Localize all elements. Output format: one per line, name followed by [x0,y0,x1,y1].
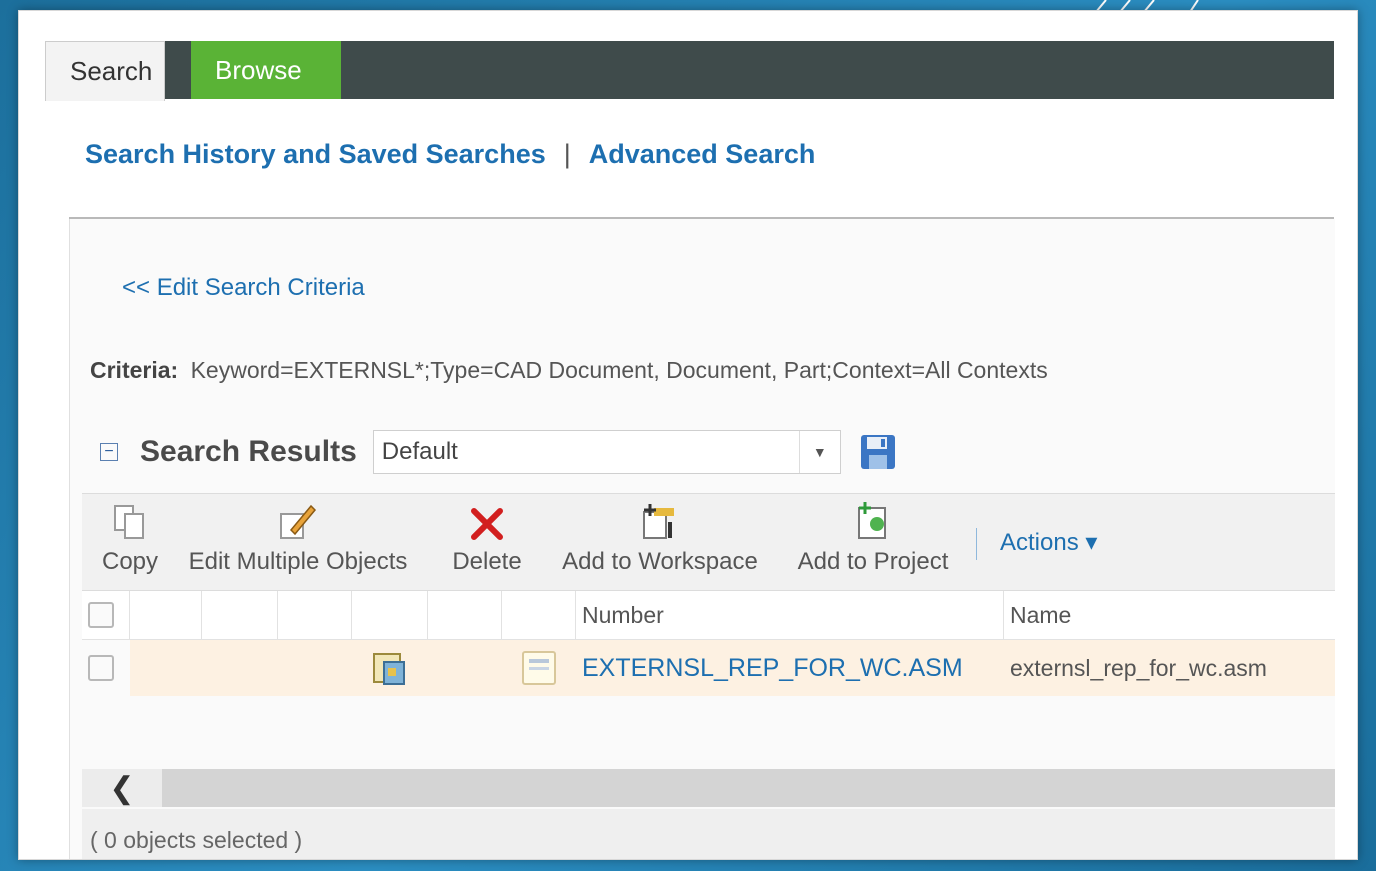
save-icon[interactable] [859,433,897,471]
add-to-workspace-icon [643,504,674,539]
chevron-down-icon[interactable]: ▼ [798,431,840,473]
copy-icon [114,505,144,539]
edit-search-criteria-link[interactable]: << Edit Search Criteria [122,274,365,302]
row-type-icon-cell [352,640,428,696]
delete-button[interactable]: Delete [442,494,532,590]
selection-count: ( 0 objects selected ) [90,827,303,853]
row-number-link[interactable]: EXTERNSL_REP_FOR_WC.ASM [582,654,963,683]
view-select[interactable]: Default ▼ [372,430,841,474]
header-name[interactable]: Name [1004,591,1335,639]
tab-browse-label: Browse [215,55,302,85]
results-content: << Edit Search Criteria Criteria: Keywor… [69,219,1335,859]
actions-menu[interactable]: Actions ▾ [1000,528,1097,557]
row-name-cell: externsl_rep_for_wc.asm [1004,640,1335,696]
header-number-label: Number [582,601,664,628]
criteria-text: Keyword=EXTERNSL*;Type=CAD Document, Doc… [190,357,1048,383]
header-name-label: Name [1010,601,1072,628]
row-number-cell: EXTERNSL_REP_FOR_WC.ASM [576,640,1004,696]
search-links: Search History and Saved Searches | Adva… [85,139,815,170]
horizontal-scrollbar[interactable]: ❮ [82,769,1335,807]
scroll-left-icon[interactable]: ❮ [82,769,162,807]
add-to-workspace-button[interactable]: Add to Workspace [554,494,766,590]
header-col-4 [352,591,428,639]
tab-bar: Search Browse [45,41,1334,101]
tab-search-label: Search [70,56,153,86]
copy-label: Copy [101,548,159,575]
edit-multiple-objects-button[interactable]: Edit Multiple Objects [178,494,418,590]
add-to-workspace-label: Add to Workspace [562,548,758,575]
copy-button[interactable]: Copy [90,494,170,590]
add-to-project-button[interactable]: Add to Project [788,494,958,590]
delete-icon [471,508,503,540]
results-table: Number Name EXTERNSL_REP_FOR_WC.ASM exte… [82,591,1335,696]
tab-browse[interactable]: Browse [191,41,341,99]
search-panel: Search Browse Search History and Saved S… [18,10,1358,860]
header-number[interactable]: Number [576,591,1004,639]
link-separator: | [563,139,571,169]
toolbar-separator [976,528,977,560]
search-results-title: Search Results [140,435,357,468]
results-footer: ( 0 objects selected ) [82,809,1335,859]
tab-search[interactable]: Search [45,41,165,101]
toolbar: Copy Edit Multiple Objects Delete Add to… [82,493,1335,591]
delete-label: Delete [452,548,522,575]
add-to-project-label: Add to Project [797,548,949,575]
edit-multiple-icon [280,504,317,539]
information-page-icon[interactable] [520,649,558,687]
header-col-2 [202,591,278,639]
criteria-summary: Criteria: Keyword=EXTERNSL*;Type=CAD Doc… [90,357,1048,384]
header-checkbox-cell [82,591,130,639]
table-header-row: Number Name [82,591,1335,640]
search-history-link[interactable]: Search History and Saved Searches [85,139,546,170]
search-results-header: − Search Results Default ▼ [100,429,897,475]
add-to-project-icon [858,502,886,539]
criteria-label: Criteria: [90,357,179,383]
row-checkbox[interactable] [88,655,114,681]
row-checkbox-cell [82,640,130,696]
header-col-3 [278,591,352,639]
row-info-icon-cell [502,640,576,696]
header-col-5 [428,591,502,639]
edit-multiple-label: Edit Multiple Objects [188,548,408,575]
cad-assembly-icon[interactable] [370,648,410,688]
collapse-icon[interactable]: − [100,443,118,461]
table-row[interactable]: EXTERNSL_REP_FOR_WC.ASM externsl_rep_for… [82,640,1335,696]
header-col-6 [502,591,576,639]
select-all-checkbox[interactable] [88,602,114,628]
row-name: externsl_rep_for_wc.asm [1010,654,1267,681]
advanced-search-link[interactable]: Advanced Search [589,139,816,170]
view-select-value: Default [381,438,458,465]
header-col-1 [130,591,202,639]
